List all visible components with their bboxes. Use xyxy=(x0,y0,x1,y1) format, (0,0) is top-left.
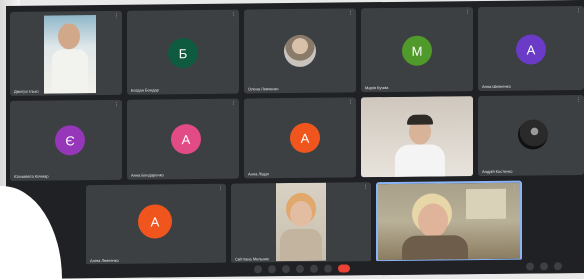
face-shape xyxy=(290,200,312,228)
fullscreen-icon[interactable] xyxy=(526,262,534,271)
participant-tile[interactable]: ⋮ Андрій Костенко xyxy=(478,94,584,177)
avatar: Б xyxy=(168,37,198,69)
participant-tile[interactable]: А ⋮ Анна Ліщук xyxy=(244,97,356,179)
participant-name: Дмитро Ілько xyxy=(14,88,39,94)
avatar: Є xyxy=(55,125,85,156)
meet-window: ⋮ Дмитро Ілько Б ⋮ Богдан Бондар ⋮ Олена… xyxy=(6,0,584,279)
participant-video xyxy=(276,182,326,262)
more-vert-icon[interactable]: ⋮ xyxy=(576,8,581,14)
more-vert-icon[interactable]: ⋮ xyxy=(465,98,470,104)
captions-icon[interactable] xyxy=(282,265,290,274)
more-options-icon[interactable] xyxy=(324,264,332,273)
participant-tile[interactable]: ⋮ Дмитро Ілько xyxy=(10,10,122,96)
face-shape xyxy=(58,23,80,50)
participant-tile[interactable]: А ⋮ Анна Шевченко xyxy=(478,5,584,92)
face-shape xyxy=(418,203,448,238)
participant-name: Марія Кучма xyxy=(365,84,389,91)
participant-tile-active-speaker[interactable]: ⋮ xyxy=(376,180,522,263)
camera-icon[interactable] xyxy=(268,265,276,274)
more-vert-icon[interactable]: ⋮ xyxy=(512,185,517,191)
body-shape xyxy=(402,235,468,261)
participant-name: Анна Шевченко xyxy=(482,83,511,90)
body-shape xyxy=(280,228,322,262)
more-vert-icon[interactable]: ⋮ xyxy=(231,12,236,18)
more-vert-icon[interactable]: ⋮ xyxy=(231,101,236,107)
participant-video xyxy=(361,96,473,178)
avatar: А xyxy=(138,204,172,239)
people-icon[interactable] xyxy=(540,262,548,271)
avatar-photo xyxy=(518,119,548,150)
more-vert-icon[interactable]: ⋮ xyxy=(218,186,223,192)
more-vert-icon[interactable]: ⋮ xyxy=(114,13,119,19)
participant-name: Світлана Мельник xyxy=(235,256,269,262)
avatar: А xyxy=(290,122,320,154)
more-vert-icon[interactable]: ⋮ xyxy=(363,184,368,190)
participant-name: Андрій Костенко xyxy=(482,168,513,175)
more-vert-icon[interactable]: ⋮ xyxy=(348,99,353,105)
participant-tile[interactable]: ⋮ Світлана Мельник xyxy=(231,182,371,264)
end-call-icon[interactable] xyxy=(338,264,350,273)
hair-shape xyxy=(407,114,433,125)
participant-video xyxy=(44,15,96,94)
raise-hand-icon[interactable] xyxy=(310,264,318,273)
participant-tile[interactable]: ⋮ xyxy=(361,96,473,178)
mic-icon[interactable] xyxy=(254,265,262,274)
participant-tile[interactable]: М ⋮ Марія Кучма xyxy=(361,7,473,93)
body-shape xyxy=(52,49,88,94)
participant-tile[interactable]: А ⋮ Анна Бондаренко xyxy=(127,98,239,180)
participant-name: Анна Бондаренко xyxy=(131,172,164,178)
present-icon[interactable] xyxy=(296,264,304,273)
participant-tile[interactable]: Є ⋮ Єлизавета Кочмар xyxy=(10,99,122,181)
participant-name: Аліна Левченко xyxy=(90,257,119,264)
participant-tile[interactable]: ⋮ Олена Левченко xyxy=(244,8,356,94)
participant-name: Богдан Бондар xyxy=(131,87,159,93)
body-shape xyxy=(395,144,445,177)
participant-tile[interactable]: Б ⋮ Богдан Бондар xyxy=(127,9,239,95)
participant-name: Олена Левченко xyxy=(248,86,279,92)
participant-video xyxy=(378,182,520,261)
window-shape xyxy=(466,188,506,220)
more-vert-icon[interactable]: ⋮ xyxy=(465,9,470,15)
chat-icon[interactable] xyxy=(554,262,562,271)
participant-tile[interactable]: А ⋮ Аліна Левченко xyxy=(86,183,226,266)
more-vert-icon[interactable]: ⋮ xyxy=(114,102,119,108)
more-vert-icon[interactable]: ⋮ xyxy=(348,10,353,16)
avatar: М xyxy=(402,35,432,66)
avatar: А xyxy=(516,34,546,65)
participant-name: Єлизавета Кочмар xyxy=(14,173,49,179)
participant-name: Анна Ліщук xyxy=(248,171,270,177)
avatar: А xyxy=(171,123,201,155)
more-vert-icon[interactable]: ⋮ xyxy=(576,97,581,103)
avatar-photo xyxy=(284,34,316,68)
